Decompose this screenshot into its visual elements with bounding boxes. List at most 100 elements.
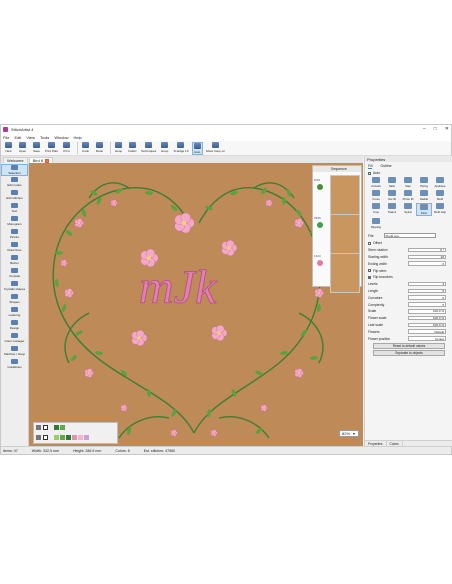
tool-monogram[interactable]: Monogram: [1, 216, 28, 228]
offset-row[interactable]: Offset: [365, 240, 452, 247]
tool-guidelines[interactable]: Guidelines: [1, 359, 28, 371]
color-swatch[interactable]: [54, 425, 59, 430]
flowers-select[interactable]: Default: [408, 329, 446, 335]
tool-color-manager[interactable]: Color manager: [1, 333, 28, 345]
stitch-motif[interactable]: Motif: [432, 190, 448, 201]
param-value[interactable]: 20: [408, 254, 446, 260]
techniques-button[interactable]: Techniques: [141, 142, 156, 153]
color-swatch[interactable]: [78, 435, 83, 440]
redo-button[interactable]: Redo: [94, 142, 105, 153]
stitch-tatami[interactable]: Tatami: [384, 203, 400, 216]
menu-window[interactable]: Window: [54, 135, 68, 140]
tool-selection[interactable]: Selection: [1, 164, 28, 176]
minimize-icon[interactable]: –: [423, 126, 426, 132]
undo-button[interactable]: Undo: [80, 142, 91, 153]
stitch-applique[interactable]: Applique: [432, 177, 448, 188]
flip-stem-row[interactable]: Flip stem: [365, 267, 452, 274]
color-swatch[interactable]: [60, 425, 65, 430]
param-value[interactable]: 0 °: [408, 247, 446, 253]
fabric-button[interactable]: Fabric: [127, 142, 138, 153]
tool-draw-lines[interactable]: Draw lines: [1, 242, 28, 254]
file-select[interactable]: Floral one: [383, 233, 436, 238]
reset-defaults-button[interactable]: Reset to default values: [373, 343, 445, 349]
sequence-thumbnail[interactable]: [330, 175, 360, 215]
param-value[interactable]: 100.0 %: [408, 309, 446, 314]
eyedropper-icon[interactable]: [36, 425, 41, 430]
menu-edit[interactable]: Edit: [14, 135, 21, 140]
separate-objects-button[interactable]: Separate to objects: [373, 350, 445, 356]
maximize-icon[interactable]: □: [434, 126, 437, 132]
tool-design[interactable]: Design: [1, 320, 28, 332]
open-button[interactable]: Open: [17, 142, 28, 153]
flip-stem-checkbox[interactable]: [368, 269, 371, 273]
stitch-motif-step[interactable]: Motif step: [432, 203, 448, 216]
print-button[interactable]: Print: [61, 142, 72, 153]
menu-help[interactable]: Help: [74, 135, 82, 140]
tool-edit-nodes[interactable]: Edit nodes: [1, 177, 28, 189]
zoom-select[interactable]: 82% ▾: [339, 430, 359, 437]
tool-shapes[interactable]: Shapes: [1, 294, 28, 306]
hoop-dropdown-button[interactable]: Hoop: [159, 142, 170, 153]
tool-crystals[interactable]: Crystals: [1, 268, 28, 280]
save-button[interactable]: Save: [31, 142, 42, 153]
sequence-thumbnail[interactable]: [330, 253, 360, 293]
tool-bezier[interactable]: Bézier: [1, 255, 28, 267]
tool-text[interactable]: Text: [1, 203, 28, 215]
to-edge-button[interactable]: To Edge 1X: [173, 142, 189, 153]
print-plan-button[interactable]: Print Plan: [45, 142, 58, 153]
auto-checkbox[interactable]: [368, 171, 371, 175]
stitch-photo-fill[interactable]: Photo fill: [400, 190, 416, 201]
color-swatch[interactable]: [60, 435, 65, 440]
tool-crystal-shapes[interactable]: Crystals shapes: [1, 281, 28, 293]
auto-checkbox-row[interactable]: Auto: [365, 171, 452, 175]
offset-checkbox[interactable]: [368, 241, 371, 245]
sequence-thumbnail[interactable]: [330, 214, 360, 254]
color-swatch[interactable]: [72, 435, 77, 440]
param-value[interactable]: 0: [408, 261, 446, 267]
stitch-rippling[interactable]: Rippling: [368, 218, 384, 229]
tab-fill[interactable]: Fill: [368, 163, 373, 169]
stitch-piping[interactable]: Piping: [416, 177, 432, 188]
menu-view[interactable]: View: [26, 135, 35, 140]
close-tab-icon[interactable]: ×: [45, 158, 50, 163]
menu-file[interactable]: File: [3, 135, 9, 140]
stitch-cross[interactable]: Cross: [368, 190, 384, 201]
color-swatch[interactable]: [84, 435, 89, 440]
color-swatch[interactable]: [66, 435, 71, 440]
tab-outline[interactable]: Outline: [380, 163, 391, 169]
tool-edit-stitches[interactable]: Edit stitches: [1, 190, 28, 202]
stitch-satin[interactable]: Satin: [384, 177, 400, 188]
tool-lettering[interactable]: Lettering: [1, 307, 28, 319]
param-value[interactable]: 4: [408, 281, 446, 287]
tool-machine-hoop[interactable]: Machine / Hoop: [1, 346, 28, 358]
show-hoop-button[interactable]: Show hoop on: [206, 142, 225, 153]
stitch-artwork[interactable]: Artwork: [368, 177, 384, 188]
param-value[interactable]: 5: [408, 302, 446, 307]
menu-tools[interactable]: Tools: [40, 135, 49, 140]
sequence-color-dot[interactable]: [317, 184, 323, 190]
param-value[interactable]: 100.0 %: [408, 315, 446, 321]
param-value[interactable]: 5: [408, 288, 446, 294]
auto-button[interactable]: Auto: [191, 142, 203, 155]
stitch-spiral[interactable]: Spiral: [400, 203, 416, 216]
stitch-flow[interactable]: Flow: [416, 203, 432, 216]
new-button[interactable]: New: [3, 142, 14, 153]
color-swatch[interactable]: [54, 435, 59, 440]
no-color-icon[interactable]: [43, 425, 48, 430]
sequence-color-dot[interactable]: [317, 260, 323, 266]
flip-branches-checkbox[interactable]: [368, 275, 371, 279]
stitch-net-fill[interactable]: Net fill: [384, 190, 400, 201]
paint-icon[interactable]: [36, 435, 41, 440]
no-color-icon[interactable]: [43, 435, 48, 440]
stitch-radial[interactable]: Radial: [416, 190, 432, 201]
hoop-button[interactable]: Hoop: [113, 142, 124, 153]
stitch-crop[interactable]: Crop: [368, 203, 384, 216]
sequence-color-dot[interactable]: [317, 222, 323, 228]
stitch-step[interactable]: Step: [400, 177, 416, 188]
flip-branches-row[interactable]: Flip branches: [365, 274, 452, 281]
close-icon[interactable]: ✕: [445, 126, 449, 132]
param-value[interactable]: 100.0 %: [408, 322, 446, 328]
flower-position-select[interactable]: Center: [408, 336, 446, 341]
param-value[interactable]: 6: [408, 295, 446, 301]
tool-picture[interactable]: Picture: [1, 229, 28, 241]
